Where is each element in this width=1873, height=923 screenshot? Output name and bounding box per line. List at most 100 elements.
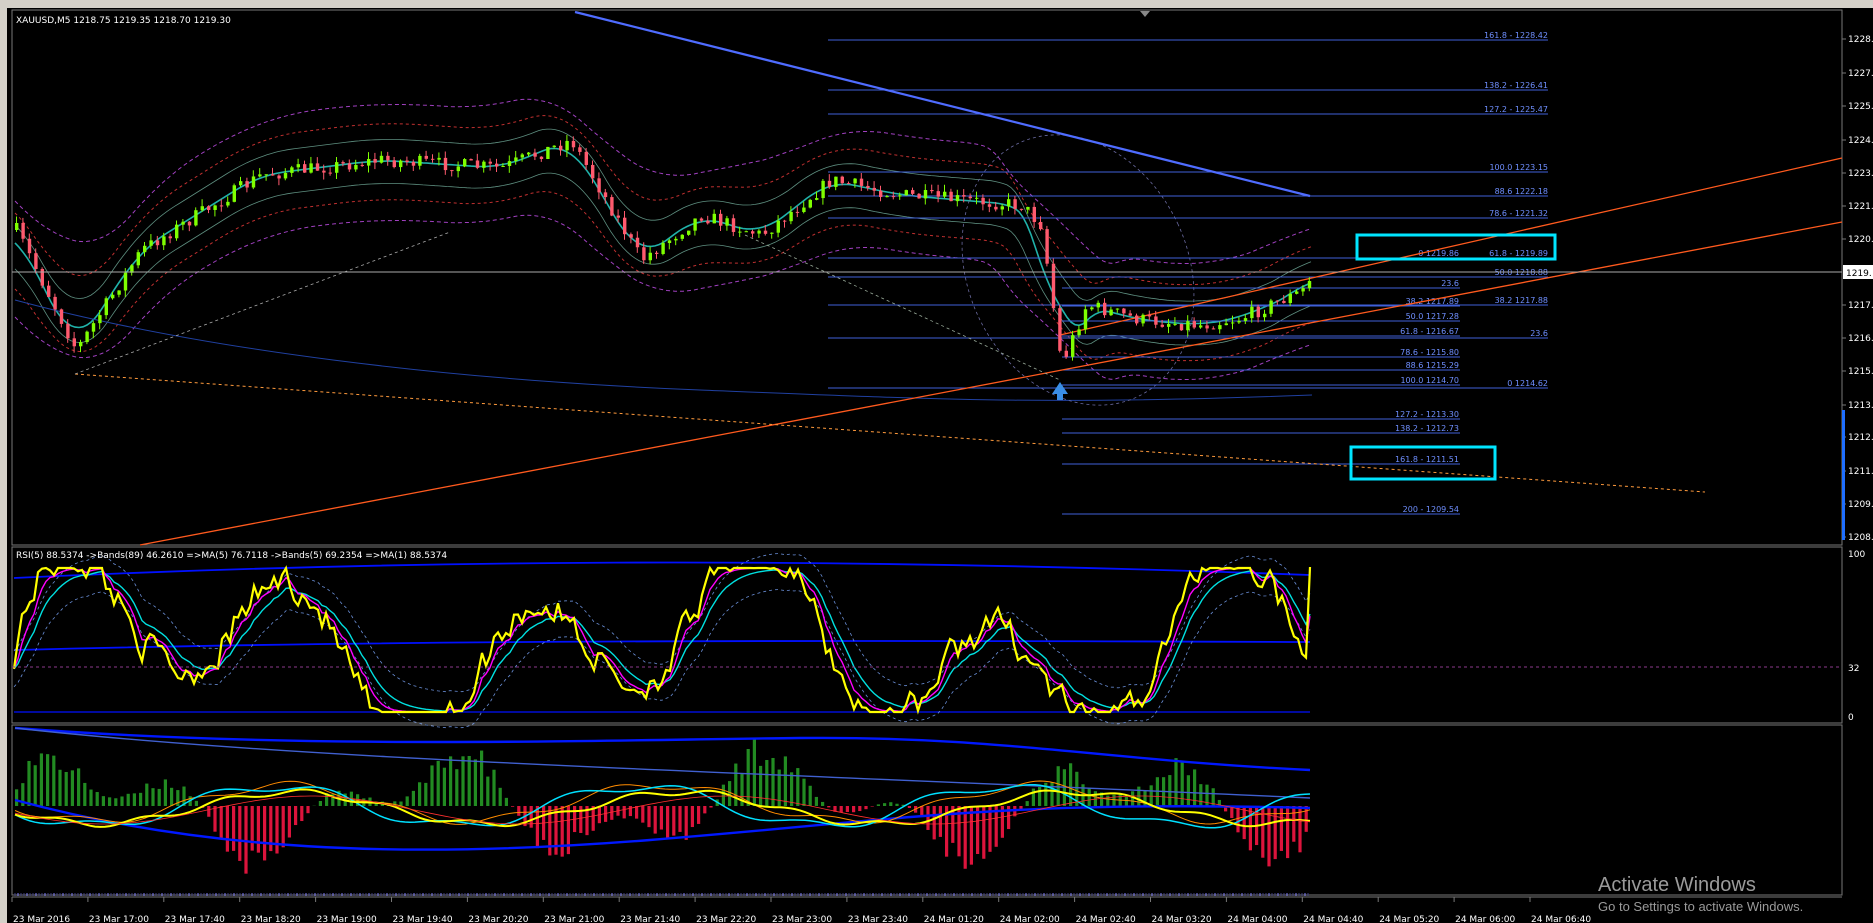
hist-bar-down [709,806,713,808]
candle-body [911,190,915,194]
fib-level-label: 78.6 - 1221.32 [1489,209,1548,218]
candle-body [1013,199,1017,209]
hist-bar-up [1038,786,1042,806]
hist-bar-down [1304,806,1308,832]
candle-body [1077,329,1081,336]
candle-body [296,164,300,168]
candle-body [85,331,89,343]
hist-bar-down [628,806,632,817]
hist-bar-up [492,769,496,806]
watermark-subtitle: Go to Settings to activate Windows. [1598,899,1804,914]
candle-body [456,166,460,172]
candle-body [815,198,819,200]
candle-body [591,164,595,179]
candle-body [559,145,563,151]
candle-body [117,290,121,295]
hist-bar-down [287,806,291,838]
time-axis-label: 23 Mar 2016 [13,915,70,923]
hist-bar-up [83,782,87,806]
candle-body [943,191,947,197]
hist-bar-down [963,806,967,869]
hist-bar-down [232,806,236,851]
hist-bar-down [684,806,688,840]
hist-bar-up [808,785,812,806]
candle-body [776,220,780,233]
candle-body [1039,221,1043,230]
chart-canvas[interactable]: 161.8 - 1228.42 138.2 - 1226.41 127.2 - 12… [0,0,1873,923]
fib-level-label: 88.6 1222.18 [1495,187,1548,196]
hist-bar-up [1112,794,1116,806]
time-axis-label: 23 Mar 18:20 [241,915,301,923]
fib-level-label: 61.8 - 1219.89 [1489,249,1548,258]
candle-body [1288,293,1292,304]
candle-body [1051,263,1056,309]
hist-bar-up [1087,788,1091,806]
candle-body [1007,199,1011,207]
fib-level-label: 127.2 - 1213.30 [1395,410,1459,419]
rsi-header: RSI(5) 88.5374 ->Bands(89) 46.2610 =>MA(… [16,551,447,561]
time-axis-label: 23 Mar 17:00 [89,915,149,923]
hist-bar-up [101,796,105,806]
fib-level-label: 50.0 1217.28 [1406,312,1459,321]
candle-body [27,238,32,254]
fib-level-label: 200 - 1209.54 [1403,505,1459,514]
fib-level-label: 161.8 - 1228.42 [1484,31,1548,40]
hist-bar-down [920,806,924,816]
price-axis-label: 1228.4 [1848,35,1873,45]
candle-body [482,161,486,168]
hist-bar-up [790,772,794,806]
candle-body [795,211,800,213]
hist-bar-up [64,771,68,806]
time-axis-label: 24 Mar 06:00 [1455,915,1515,923]
candle-body [853,178,857,184]
price-axis-label: 1213. [1848,401,1873,411]
candle-body [968,196,972,199]
price-axis-label: 1209. [1848,500,1873,510]
candle-body [936,191,940,197]
hist-bar-down [969,806,973,865]
candle-body [520,154,524,158]
candle-body [1179,323,1184,331]
candle-body [1211,328,1216,330]
candle-body [827,180,832,187]
hist-bar-up [27,760,31,806]
time-axis-label: 24 Mar 02:40 [1076,915,1136,923]
hist-bar-up [418,782,422,806]
hist-bar-down [281,806,285,848]
candle-body [1071,335,1075,357]
candle-body [347,163,352,170]
candle-body [354,164,358,170]
candle-body [1218,325,1222,330]
candle-body [1019,208,1024,210]
fib-level-label: 0 1219.86 [1418,249,1459,258]
candle-body [271,174,275,176]
hist-bar-down [244,806,248,874]
candle-body [207,206,211,210]
candle-body [98,315,102,324]
hist-bar-up [721,784,725,806]
time-axis-label: 23 Mar 19:40 [393,915,453,923]
candle-body [847,183,851,185]
hist-bar-up [759,765,763,806]
candle-body [917,193,921,199]
hist-bar-down [659,806,663,830]
hist-bar-up [498,787,502,806]
hist-bar-up [1124,796,1128,806]
candle-body [635,237,640,248]
chart-scroll-marker[interactable] [1842,410,1845,540]
hist-bar-down [238,806,242,861]
hist-bar-up [194,800,198,806]
candle-body [373,158,377,163]
hist-bar-up [461,756,465,806]
candle-body [283,172,288,179]
hist-bar-down [294,806,298,826]
price-axis-label: 1223. [1848,169,1873,179]
candle-body [21,223,25,239]
time-axis-label: 24 Mar 02:00 [1000,915,1060,923]
candle-body [962,195,966,197]
price-axis-label: 1211. [1848,467,1873,477]
hist-bar-down [529,806,533,828]
candle-body [59,309,64,324]
candle-body [802,207,806,212]
hist-bar-down [1279,806,1283,851]
